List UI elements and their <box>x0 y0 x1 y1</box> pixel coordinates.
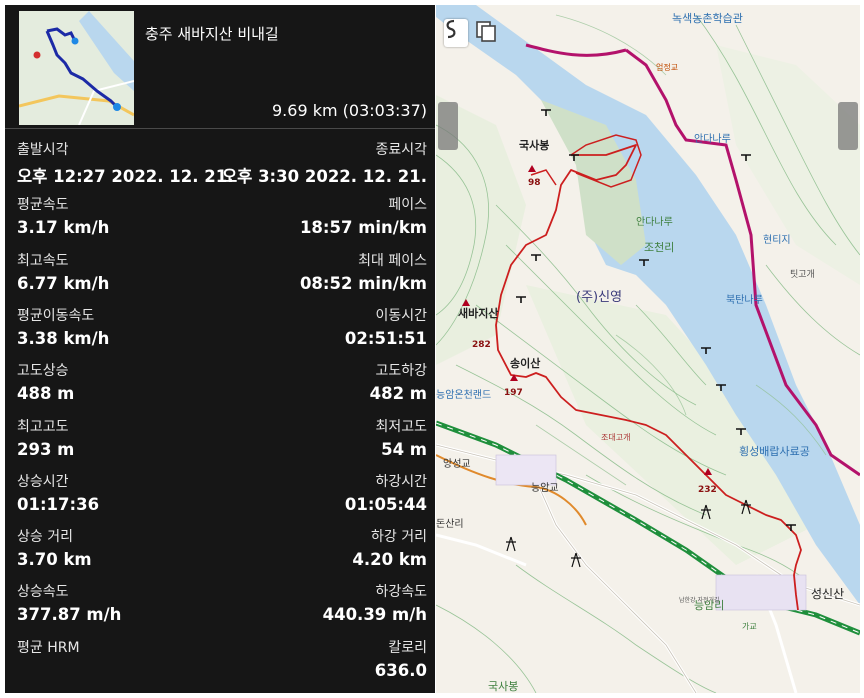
distance-duration-summary: 9.69 km (03:03:37) <box>272 101 427 120</box>
stat-row: 최고속도 6.77 km/h 최대 페이스 08:52 min/km <box>17 250 427 302</box>
stat-left-label: 최고속도 <box>17 252 69 269</box>
stat-right-value: 482 m <box>369 384 427 404</box>
stat-row: 상승시간 01:17:36 하강시간 01:05:44 <box>17 471 427 523</box>
stat-left-value: 377.87 m/h <box>17 605 122 625</box>
stat-right-value: 440.39 m/h <box>322 605 427 625</box>
stat-right-value: 636.0 <box>374 660 427 680</box>
stat-row: 상승 거리 3.70 km 하강 거리 4.20 km <box>17 526 427 578</box>
map-label-neungamgyo: 능암교 <box>531 482 559 494</box>
map-label-hoengseong: 횡성배랍사료공 <box>739 445 810 458</box>
route-toggle-button[interactable] <box>444 19 468 47</box>
stat-right-label: 고도하강 <box>375 363 427 380</box>
stat-right-value: 4.20 km <box>352 550 427 570</box>
stat-right-label: 페이스 <box>388 197 427 214</box>
stat-right-value: 01:05:44 <box>344 494 427 514</box>
map-label-andanaru_n: 안다나루 <box>694 133 731 145</box>
map-label-angyo: 앙성교 <box>443 458 471 470</box>
map-graphic: 녹색농촌학습관 안다나루 안다나루 현티지 북탄나루 능암온천랜드 횡성배랍사료… <box>436 5 860 693</box>
stat-left-value: 488 m <box>17 384 75 404</box>
activity-title: 충주 새바지산 비내길 <box>145 25 279 43</box>
map-label-donsanri: 돈산리 <box>436 518 464 530</box>
stat-right-label: 하강시간 <box>375 473 427 490</box>
map-label-namhangang: 남한강 자전거길 <box>679 596 720 604</box>
summit-elevation-label: 232 <box>698 485 717 495</box>
stat-right-value: 54 m <box>381 439 427 459</box>
stat-left-label: 평균 HRM <box>17 639 80 656</box>
stat-right-label: 칼로리 <box>388 639 427 656</box>
map-label-eopsaram: 엄정교 <box>656 62 678 72</box>
stat-row: 상승속도 377.87 m/h 하강속도 440.39 m/h <box>17 581 427 633</box>
stat-right-value: 오후 3:30 2022. 12. 21. <box>221 167 427 186</box>
route-thumbnail-graphic <box>19 11 134 125</box>
stat-left-value: 01:17:36 <box>17 494 100 514</box>
map-label-hyeonchi: 현티지 <box>763 234 791 246</box>
map-label-jocheonri: 조천리 <box>644 240 674 254</box>
map-label-guksabong: 국사봉 <box>519 138 549 152</box>
stat-left-label: 평균속도 <box>17 197 69 214</box>
summit-elevation-label: 282 <box>472 340 491 350</box>
stat-row: 출발시각오후 12:27 2022. 12. 21. 종료시각오후 3:30 20… <box>17 139 427 191</box>
activity-stats-panel: 충주 새바지산 비내길 9.69 km (03:03:37) 출발시각오후 12… <box>5 5 435 693</box>
map-label-sinyoung: (주)신영 <box>576 290 622 305</box>
summit-elevation-label: 98 <box>528 178 541 188</box>
map-label-farm: 녹색농촌학습관 <box>672 12 743 25</box>
stat-right-label: 하강속도 <box>375 584 427 601</box>
map-label-jodaegogae: 조대고개 <box>601 432 630 442</box>
stat-left-label: 출발시각 <box>17 142 69 158</box>
left-drawer-handle[interactable] <box>438 102 458 150</box>
stat-right-value: 18:57 min/km <box>299 218 427 238</box>
route-icon <box>446 19 456 39</box>
stat-left-label: 상승시간 <box>17 473 69 490</box>
map-label-tikgogae: 팃고개 <box>790 269 815 280</box>
stat-left-value: 6.77 km/h <box>17 273 110 293</box>
stat-right-label: 하강 거리 <box>371 529 427 546</box>
stat-left-value: 오후 12:27 2022. 12. 21. <box>17 167 234 186</box>
stat-right-label: 최저고도 <box>375 418 427 435</box>
map-label-neungam: 능암온천랜드 <box>436 389 491 401</box>
stat-right-label: 이동시간 <box>375 307 427 324</box>
map-label-guksabong_s: 국사봉 <box>488 680 518 693</box>
layers-button[interactable] <box>474 19 500 47</box>
stat-left-value: 3.17 km/h <box>17 218 110 238</box>
stat-left-label: 고도상승 <box>17 363 69 380</box>
stat-left-label: 상승속도 <box>17 584 69 601</box>
stat-left-value: 293 m <box>17 439 75 459</box>
divider <box>5 128 435 129</box>
layers-icon <box>476 21 496 42</box>
right-drawer-handle[interactable] <box>838 102 858 150</box>
stat-row: 평균 HRM 칼로리 636.0 <box>17 637 427 689</box>
map-label-songisan: 송이산 <box>510 356 540 370</box>
stat-row: 평균이동속도 3.38 km/h 이동시간 02:51:51 <box>17 305 427 357</box>
stat-right-value: 02:51:51 <box>344 328 427 348</box>
stat-left-value: 3.38 km/h <box>17 328 110 348</box>
map-label-seongsinsan: 성신산 <box>811 587 844 601</box>
stat-row: 최고고도 293 m 최저고도 54 m <box>17 416 427 468</box>
topo-map[interactable]: 녹색농촌학습관 안다나루 안다나루 현티지 북탄나루 능암온천랜드 횡성배랍사료… <box>436 5 860 693</box>
route-thumbnail-map[interactable] <box>19 11 134 125</box>
stat-right-label: 최대 페이스 <box>358 252 427 269</box>
stat-left-value: 3.70 km <box>17 550 92 570</box>
map-label-bukdannaru: 북탄나루 <box>726 294 763 306</box>
stat-right-label: 종료시각 <box>375 142 427 158</box>
stat-row: 평균속도 3.17 km/h 페이스 18:57 min/km <box>17 194 427 246</box>
map-label-saebajisan: 새바지산 <box>458 306 498 320</box>
stat-left-label: 최고고도 <box>17 418 69 435</box>
stat-row: 고도상승 488 m 고도하강 482 m <box>17 360 427 412</box>
stat-left-label: 평균이동속도 <box>17 307 95 324</box>
map-label-gagyo: 가교 <box>742 622 757 631</box>
summit-elevation-label: 197 <box>504 388 523 398</box>
stat-left-label: 상승 거리 <box>17 529 73 546</box>
stat-right-value: 08:52 min/km <box>299 273 427 293</box>
map-label-andanaru: 안다나루 <box>636 216 673 228</box>
